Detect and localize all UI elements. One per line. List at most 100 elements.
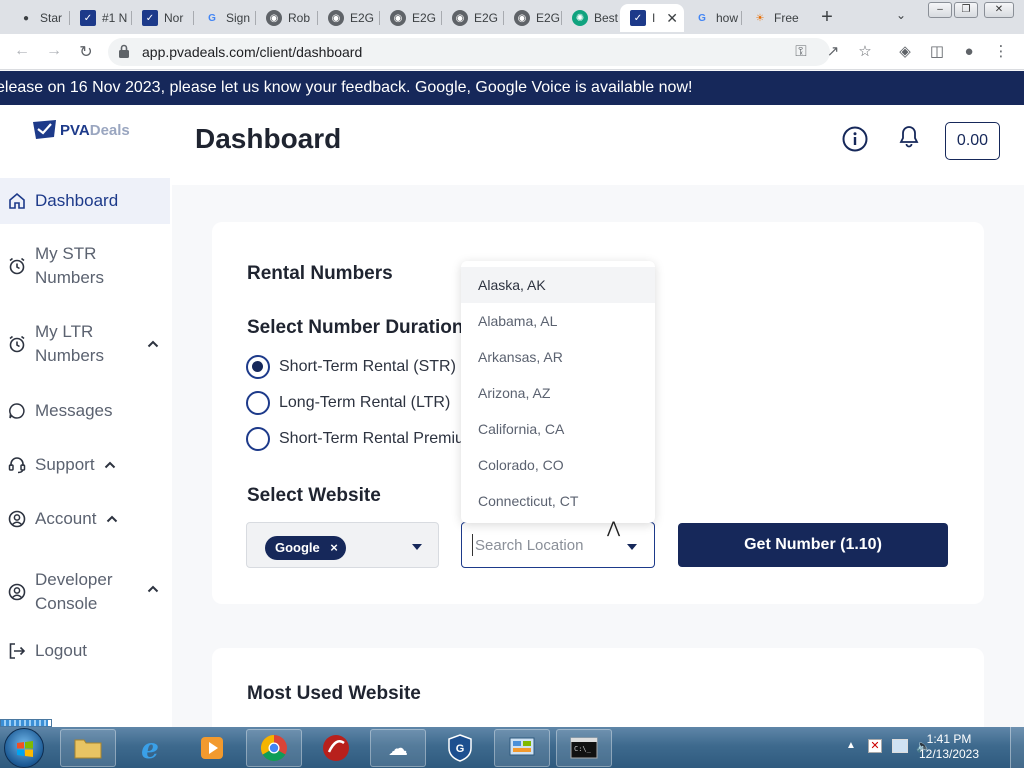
tab-label: E2G — [536, 11, 561, 25]
control-panel-icon — [509, 737, 535, 756]
sidebar-item-messages[interactable]: Messages — [0, 396, 170, 426]
bell-icon[interactable] — [898, 124, 920, 148]
sidebar-item-dashboard[interactable]: Dashboard — [0, 178, 170, 224]
announcement-text: elease on 16 Nov 2023, please let us kno… — [0, 79, 693, 96]
network-app-taskbar-button[interactable]: ☁ — [370, 729, 426, 767]
page-title: Dashboard — [195, 123, 342, 154]
shield-app-taskbar-button[interactable]: G — [432, 729, 488, 767]
text-cursor-icon: ⋀ — [607, 518, 621, 537]
start-button[interactable] — [4, 728, 44, 768]
location-option[interactable]: Colorado, CO — [461, 447, 655, 483]
network-status-icon[interactable] — [892, 739, 908, 753]
chevron-down-icon[interactable] — [627, 544, 637, 550]
tray-expand-icon[interactable]: ▲ — [846, 740, 856, 751]
radio-button[interactable] — [246, 427, 270, 451]
browser-tab[interactable]: ◉ E2G — [318, 4, 380, 32]
balance-button[interactable]: 0.00 — [945, 122, 1000, 160]
location-option[interactable]: Arkansas, AR — [461, 339, 655, 375]
chevron-down-icon[interactable] — [412, 544, 422, 550]
browser-tab[interactable]: ◉ Rob — [256, 4, 318, 32]
minimize-window-button[interactable]: – — [928, 2, 952, 18]
location-option[interactable]: Alabama, AL — [461, 303, 655, 339]
close-tab-icon[interactable]: ✕ — [666, 10, 678, 27]
flag-alert-icon[interactable]: ✕ — [868, 739, 882, 753]
google-icon: G — [698, 12, 706, 24]
selected-website-chip: Google × — [265, 536, 346, 560]
command-prompt-taskbar-button[interactable]: C:\_ — [556, 729, 612, 767]
search-location-input[interactable] — [472, 534, 612, 556]
browser-tab[interactable]: ◉ E2G — [380, 4, 442, 32]
browser-tab[interactable]: ◉ E2G — [442, 4, 504, 32]
user-circle-icon — [8, 510, 26, 528]
control-panel-taskbar-button[interactable] — [494, 729, 550, 767]
chrome-taskbar-button[interactable] — [246, 729, 302, 767]
radio-short-term-rental-premium[interactable]: Short-Term Rental Premium — [246, 427, 477, 451]
browser-tab[interactable]: ✓ #1 N — [70, 4, 132, 32]
radio-button[interactable] — [246, 391, 270, 415]
folder-icon — [74, 739, 102, 759]
website-select[interactable]: Google × — [246, 522, 439, 568]
windows-logo-icon — [17, 741, 33, 757]
back-arrow-icon[interactable]: ← — [12, 42, 32, 60]
rainbow-icon: ☀ — [755, 12, 765, 24]
sidebar-item-developer-console[interactable]: Developer Console — [0, 560, 170, 624]
chevron-up-icon — [104, 461, 116, 469]
browser-tab-active[interactable]: ✓ I ✕ — [620, 4, 684, 32]
user-circle-icon — [8, 583, 26, 601]
tab-label: how — [716, 11, 739, 25]
browser-tab[interactable]: ● Star — [8, 4, 70, 32]
bookmark-star-icon[interactable]: ☆ — [856, 43, 874, 61]
sidebar-item-account[interactable]: Account — [0, 504, 170, 534]
sidebar-item-support[interactable]: Support — [0, 450, 170, 480]
sidebar-item-logout[interactable]: Logout — [0, 636, 170, 666]
side-panel-icon[interactable]: ◫ — [928, 43, 946, 61]
select-duration-title: Select Number Duration — [247, 317, 464, 338]
location-option[interactable]: Arizona, AZ — [461, 375, 655, 411]
pva-icon: ✓ — [80, 10, 96, 26]
home-icon — [9, 192, 25, 209]
media-player-taskbar-button[interactable] — [184, 729, 240, 767]
tab-label: Free — [774, 11, 799, 25]
internet-explorer-taskbar-button[interactable]: e — [122, 729, 178, 767]
new-tab-button[interactable]: + — [816, 6, 838, 29]
location-option[interactable]: California, CA — [461, 411, 655, 447]
reload-icon[interactable]: ↻ — [76, 42, 96, 62]
location-option[interactable]: Connecticut, CT — [461, 483, 655, 519]
share-icon[interactable]: ↗ — [824, 43, 842, 61]
info-icon[interactable] — [842, 126, 868, 152]
get-number-button[interactable]: Get Number (1.10) — [678, 523, 948, 567]
profile-avatar-icon[interactable]: ● — [960, 43, 978, 61]
chrome-icon — [260, 734, 287, 762]
key-icon[interactable]: ⚿ — [792, 43, 810, 61]
close-window-button[interactable]: ✕ — [984, 2, 1014, 18]
address-bar[interactable]: app.pvadeals.com/client/dashboard — [108, 38, 830, 66]
radio-short-term-rental[interactable]: Short-Term Rental (STR) — [246, 355, 456, 379]
radio-button-selected[interactable] — [246, 355, 270, 379]
location-option[interactable]: Alaska, AK — [461, 267, 655, 303]
location-select[interactable] — [461, 522, 655, 568]
pvadeals-logo[interactable]: PVADeals — [32, 119, 130, 141]
kebab-menu-icon[interactable]: ⋮ — [992, 43, 1010, 61]
sidebar-item-my-ltr-numbers[interactable]: My LTR Numbers — [0, 308, 170, 372]
system-clock[interactable]: 1:41 PM 12/13/2023 — [914, 732, 984, 762]
browser-tab[interactable]: ✺ Best — [562, 4, 620, 32]
sidebar-item-my-str-numbers[interactable]: My STR Numbers — [0, 230, 170, 294]
browser-tab[interactable]: ✓ Nor — [132, 4, 194, 32]
svg-text:G: G — [456, 743, 465, 755]
remove-chip-icon[interactable]: × — [330, 536, 338, 560]
browser-tab[interactable]: ☀ Free — [742, 4, 800, 32]
extensions-icon[interactable]: ◈ — [896, 43, 914, 61]
browser-tab[interactable]: ◉ E2G — [504, 4, 562, 32]
file-explorer-taskbar-button[interactable] — [60, 729, 116, 767]
forward-arrow-icon[interactable]: → — [44, 42, 64, 60]
red-app-icon — [323, 735, 349, 761]
radio-long-term-rental[interactable]: Long-Term Rental (LTR) — [246, 391, 450, 415]
restore-window-button[interactable]: ❐ — [954, 2, 978, 18]
loading-progress-bar — [0, 719, 52, 727]
browser-tab[interactable]: G how — [684, 4, 742, 32]
tab-label: E2G — [474, 11, 499, 25]
show-desktop-button[interactable] — [1010, 727, 1024, 768]
tab-search-chevron-icon[interactable]: ⌄ — [896, 8, 906, 22]
browser-tab[interactable]: G Sign — [194, 4, 256, 32]
app-taskbar-button[interactable] — [308, 729, 364, 767]
